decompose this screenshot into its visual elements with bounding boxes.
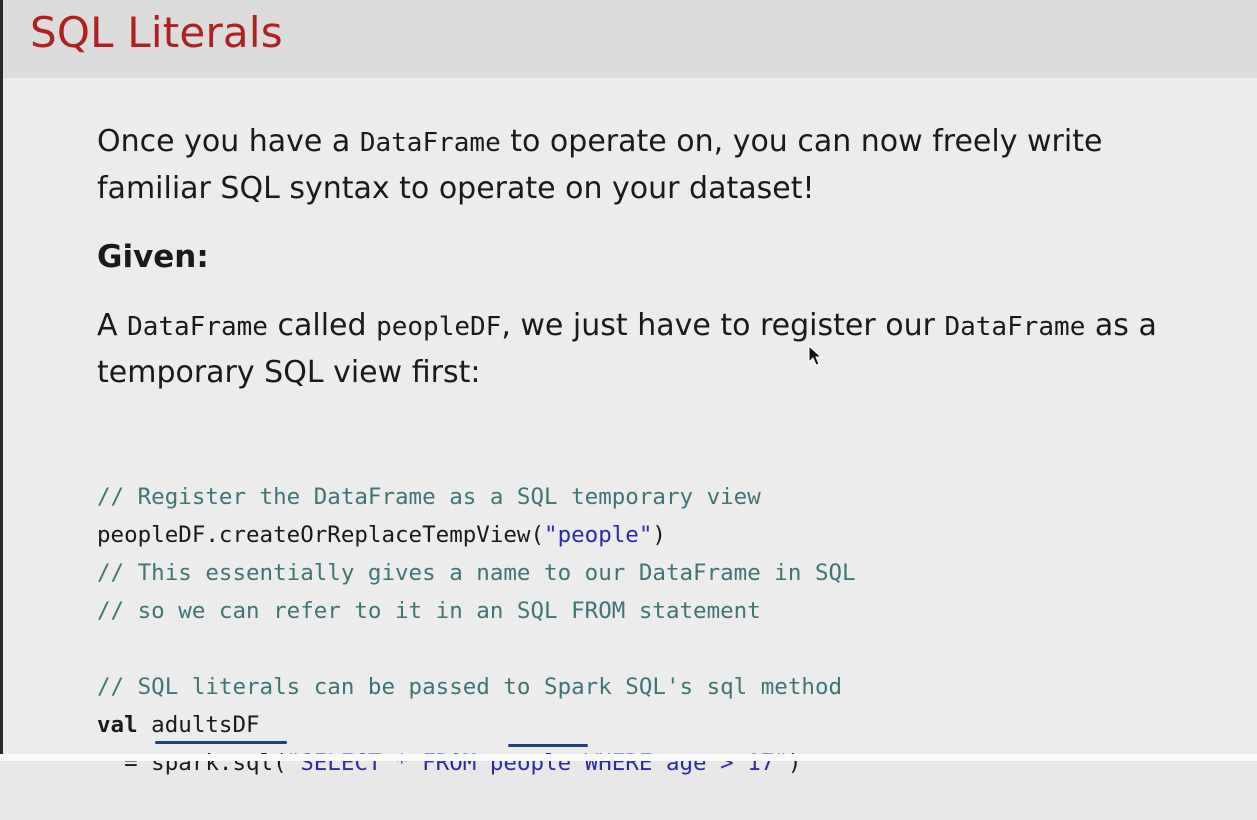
given-line-1: A DataFrame called peopleDF, we just hav… — [97, 303, 1247, 350]
pen-underline-people — [508, 744, 588, 747]
inline-code: DataFrame — [944, 312, 1086, 342]
given-line-2: temporary SQL view first: — [97, 355, 481, 390]
bottom-strip — [0, 754, 1257, 761]
code-line: peopleDF.createOrReplaceTempView("people… — [97, 516, 856, 554]
intro-line-2: familiar SQL syntax to operate on your d… — [97, 171, 815, 206]
code-text: ) — [652, 522, 666, 548]
code-line: val adultsDF — [97, 706, 856, 744]
code-text: adultsDF — [137, 712, 260, 738]
slide-title: SQL Literals — [30, 8, 283, 57]
given-text: A — [97, 308, 128, 343]
given-text: , we just have to register our — [501, 308, 945, 343]
intro-line-1: Once you have a DataFrame to operate on,… — [97, 119, 1247, 166]
intro-text: to operate on, you can now freely write — [500, 124, 1103, 159]
given-text: as a — [1085, 308, 1157, 343]
inline-code: DataFrame — [127, 312, 268, 342]
intro-paragraph: Once you have a DataFrame to operate on,… — [97, 119, 1247, 212]
code-string: "people" — [544, 522, 653, 548]
given-text: called — [267, 308, 377, 343]
pen-underline-spark-sql — [155, 741, 287, 744]
code-comment: // SQL literals can be passed to Spark S… — [97, 674, 843, 700]
code-text: peopleDF.createOrReplaceTempView( — [97, 522, 545, 548]
slide-title-bar: SQL Literals — [3, 0, 1257, 78]
mouse-pointer-icon — [808, 345, 822, 366]
inline-code: peopleDF — [376, 312, 502, 342]
code-comment: // Register the DataFrame as a SQL tempo… — [97, 484, 761, 510]
given-paragraph: A DataFrame called peopleDF, we just hav… — [97, 303, 1247, 396]
code-comment: // This essentially gives a name to our … — [97, 560, 856, 586]
inline-code: DataFrame — [359, 128, 501, 158]
intro-text: Once you have a — [97, 124, 360, 159]
code-line: = spark.sql("SELECT * FROM people WHERE … — [97, 744, 856, 782]
code-keyword: val — [97, 712, 138, 738]
code-comment: // so we can refer to it in an SQL FROM … — [97, 598, 761, 624]
given-heading: Given: — [97, 239, 209, 275]
code-block: // Register the DataFrame as a SQL tempo… — [97, 440, 856, 820]
